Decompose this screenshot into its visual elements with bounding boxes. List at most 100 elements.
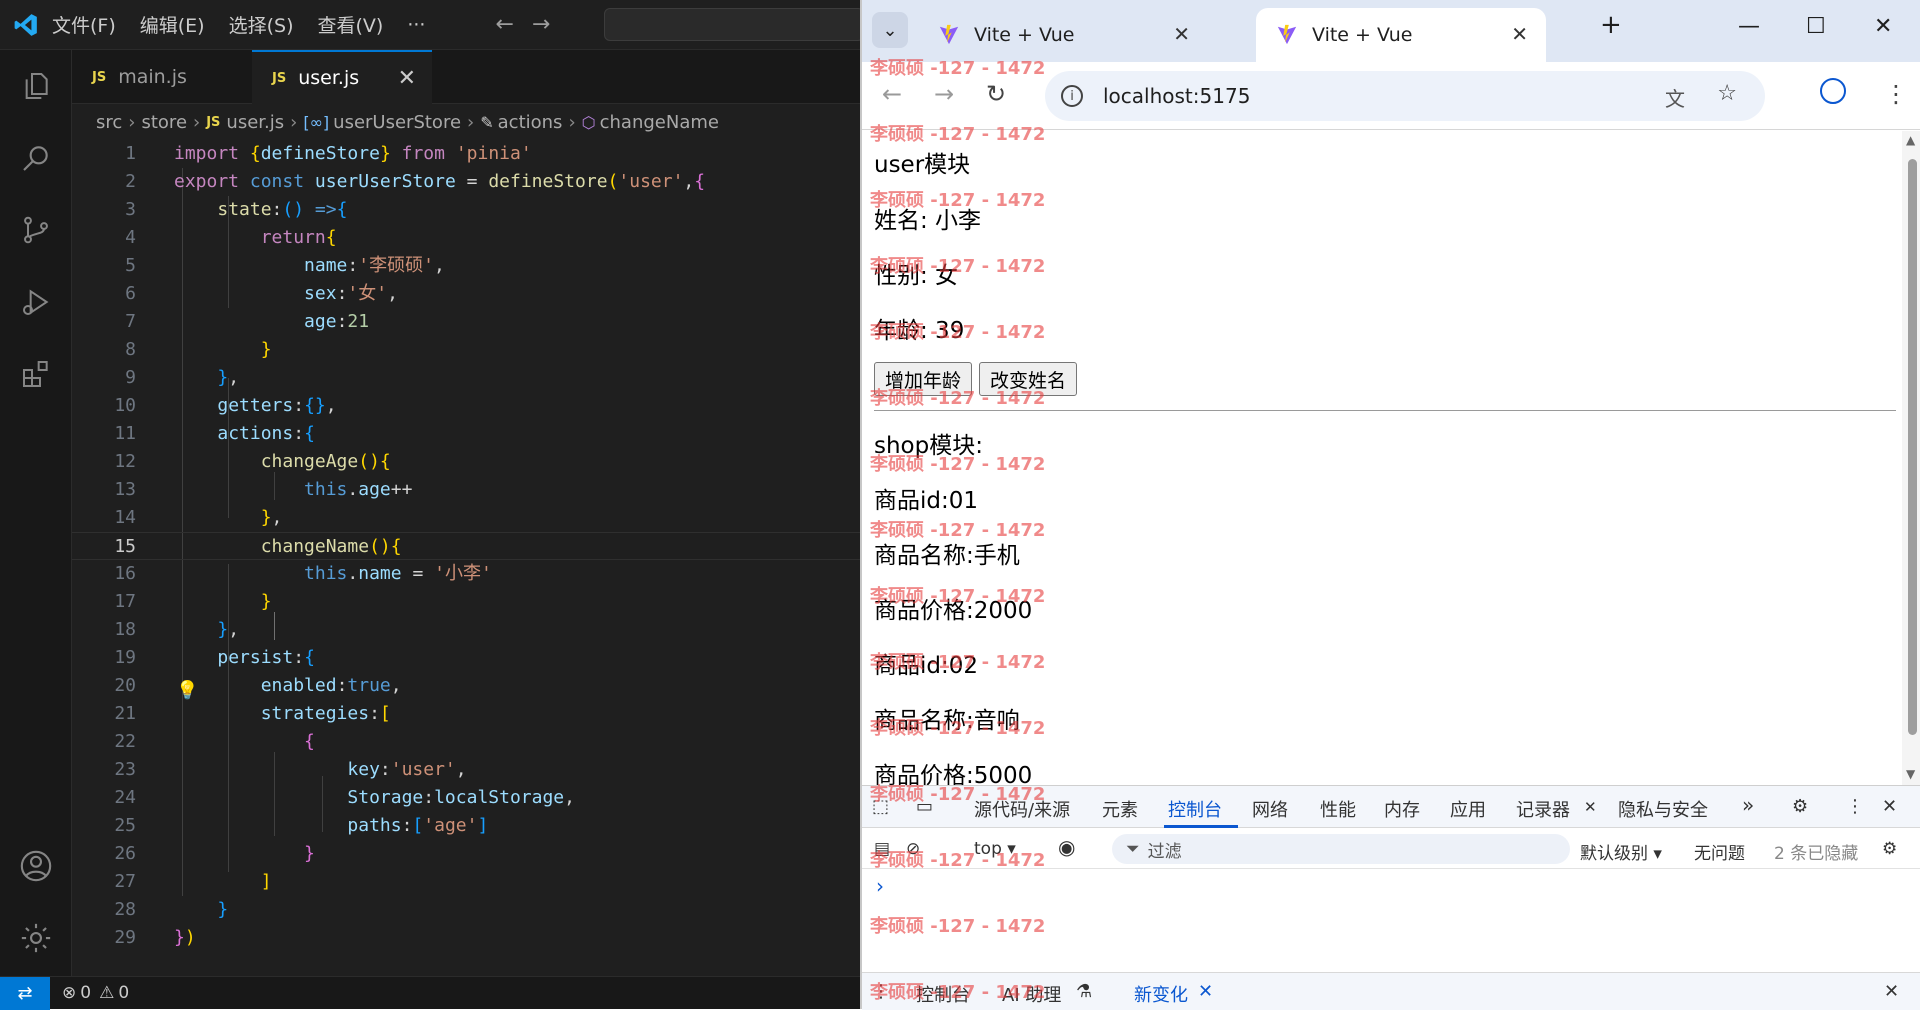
reload-icon[interactable]: ↻ [986, 80, 1006, 108]
tab-console[interactable]: 控制台 [1168, 796, 1222, 822]
log-level-dropdown[interactable]: 默认级别 ▾ [1580, 839, 1662, 864]
command-center-input[interactable] [604, 8, 864, 41]
breadcrumb-file[interactable]: user.js [226, 112, 284, 133]
tab-privacy-security[interactable]: 隐私与安全 [1618, 796, 1708, 822]
menu-more[interactable]: ··· [407, 14, 425, 36]
divider [874, 410, 1896, 411]
tab-user-js[interactable]: JS user.js ✕ [252, 50, 432, 104]
browser-tab-2[interactable]: Vite + Vue ✕ [1256, 8, 1546, 62]
breadcrumb-symbol[interactable]: userUserStore [333, 112, 461, 133]
source-control-icon[interactable] [0, 194, 72, 266]
menu-file[interactable]: 文件(F) [52, 11, 116, 38]
code-line-1: 1 import {defineStore} from 'pinia' [125, 143, 532, 164]
tab-sources[interactable]: 源代码/来源 [974, 796, 1070, 822]
device-toggle-icon[interactable]: ▭ [916, 796, 933, 817]
code-editor[interactable]: 1 import {defineStore} from 'pinia' 2 expo… [72, 140, 860, 976]
scrollbar-thumb[interactable] [1908, 159, 1917, 735]
drawer-close-icon[interactable]: ✕ [1884, 981, 1899, 1002]
search-icon[interactable] [0, 122, 72, 194]
menu-view[interactable]: 查看(V) [318, 11, 384, 38]
menu-selection[interactable]: 选择(S) [229, 11, 294, 38]
tab-application[interactable]: 应用 [1450, 796, 1486, 822]
settings-gear-icon[interactable] [0, 902, 72, 974]
close-icon[interactable]: ✕ [1173, 22, 1190, 46]
menu-kebab-icon[interactable]: ⋮ [1884, 80, 1908, 108]
tab-recorder[interactable]: 记录器 [1516, 796, 1570, 822]
breadcrumb: src › store › JS user.js › [∞] userUserS… [72, 104, 860, 140]
close-icon[interactable]: ✕ [398, 66, 416, 91]
drawer-tab-whats-new[interactable]: 新变化 [1134, 981, 1188, 1007]
scroll-down-icon[interactable]: ▼ [1906, 767, 1915, 781]
forward-arrow-icon[interactable]: → [934, 80, 954, 108]
code-line-21: 21 strategies:[ [114, 703, 391, 724]
drawer-tab-ai-assistant[interactable]: AI 助理 [1002, 981, 1061, 1007]
context-selector[interactable]: top ▾ [974, 839, 1016, 859]
issues-count[interactable]: 无问题 [1694, 839, 1745, 864]
close-icon[interactable]: ✕ [1584, 798, 1597, 816]
browser-tab-1[interactable]: Vite + Vue ✕ [918, 8, 1208, 62]
change-name-button[interactable]: 改变姓名 [979, 362, 1078, 396]
console-filter-input[interactable]: ⏷ 过滤 [1112, 834, 1570, 864]
item-2-name: 商品名称:音响 [874, 708, 1020, 734]
add-age-button[interactable]: 增加年龄 [874, 362, 973, 396]
breadcrumb-actions[interactable]: actions [498, 112, 563, 133]
maximize-icon[interactable]: ☐ [1806, 14, 1826, 39]
address-bar[interactable]: i localhost:5175 文 ☆ [1045, 71, 1765, 121]
warning-icon[interactable]: ⚠ [99, 983, 114, 1003]
close-icon[interactable]: ✕ [1198, 981, 1213, 1002]
remote-icon[interactable]: ⇄ [0, 976, 50, 1010]
menu-edit[interactable]: 编辑(E) [140, 11, 205, 38]
scroll-up-icon[interactable]: ▲ [1906, 133, 1915, 147]
code-line-25: 25 paths:['age'] [114, 815, 489, 836]
js-file-icon: JS [206, 114, 221, 130]
chevron-right-icon: › [568, 111, 576, 133]
inspect-element-icon[interactable]: ⬚ [872, 796, 889, 817]
drawer-tab-console[interactable]: 控制台 [916, 981, 970, 1007]
item-2-price: 商品价格:5000 [874, 763, 1033, 785]
devtools-settings-gear-icon[interactable]: ⚙ [1792, 796, 1808, 817]
code-line-5: 5 name:'李硕硕', [125, 255, 445, 276]
tab-search-chevron-icon[interactable]: ⌄ [872, 12, 908, 48]
new-tab-button[interactable]: + [1600, 10, 1622, 40]
sidebar-toggle-icon[interactable]: ▤ [874, 839, 890, 859]
profile-icon[interactable] [1820, 78, 1846, 104]
breadcrumb-store[interactable]: store [141, 112, 187, 133]
site-info-icon[interactable]: i [1061, 85, 1083, 107]
drawer-menu-kebab-icon[interactable]: ⋮ [872, 981, 890, 1002]
breadcrumb-method[interactable]: changeName [600, 112, 719, 133]
clear-console-icon[interactable]: ⊘ [906, 839, 920, 859]
page-scrollbar[interactable]: ▲ ▼ [1902, 131, 1920, 785]
wrench-icon: ✎ [480, 112, 494, 132]
lightbulb-icon[interactable]: 💡 [176, 680, 198, 701]
tab-network[interactable]: 网络 [1252, 796, 1288, 822]
hidden-count: 2 条已隐藏 [1774, 844, 1859, 864]
more-tabs-icon[interactable]: » [1742, 793, 1754, 817]
tab-title: Vite + Vue [974, 24, 1075, 46]
bookmark-star-icon[interactable]: ☆ [1717, 81, 1737, 106]
back-arrow-icon[interactable]: ← [495, 12, 513, 37]
tab-memory[interactable]: 内存 [1384, 796, 1420, 822]
code-line-3: 3 state:() =>{ [125, 199, 348, 220]
breadcrumb-src[interactable]: src [96, 112, 122, 133]
devtools-menu-kebab-icon[interactable]: ⋮ [1846, 796, 1864, 817]
tab-main-js[interactable]: JS main.js [72, 50, 252, 104]
translate-icon[interactable]: 文 [1665, 83, 1685, 112]
minimize-icon[interactable]: — [1738, 14, 1760, 39]
extensions-icon[interactable] [0, 338, 72, 410]
console-prompt[interactable]: › [876, 874, 884, 898]
back-arrow-icon[interactable]: ← [882, 80, 902, 108]
tab-performance[interactable]: 性能 [1320, 796, 1356, 822]
forward-arrow-icon[interactable]: → [532, 12, 550, 37]
devtools-tabs: ⬚ ▭ 源代码/来源 元素 控制台 网络 性能 内存 应用 记录器 ✕ 隐私与安… [862, 786, 1920, 828]
code-line-16: 16 this.name = '小李' [114, 563, 492, 584]
error-icon[interactable]: ⊗ [62, 983, 76, 1003]
eye-icon[interactable]: ◉ [1058, 835, 1075, 859]
explorer-icon[interactable] [0, 50, 72, 122]
tab-elements[interactable]: 元素 [1102, 796, 1138, 822]
window-close-icon[interactable]: ✕ [1874, 14, 1892, 39]
console-settings-gear-icon[interactable]: ⚙ [1882, 839, 1897, 859]
close-icon[interactable]: ✕ [1511, 22, 1528, 46]
account-icon[interactable] [0, 830, 72, 902]
devtools-close-icon[interactable]: ✕ [1882, 796, 1897, 817]
run-debug-icon[interactable] [0, 266, 72, 338]
